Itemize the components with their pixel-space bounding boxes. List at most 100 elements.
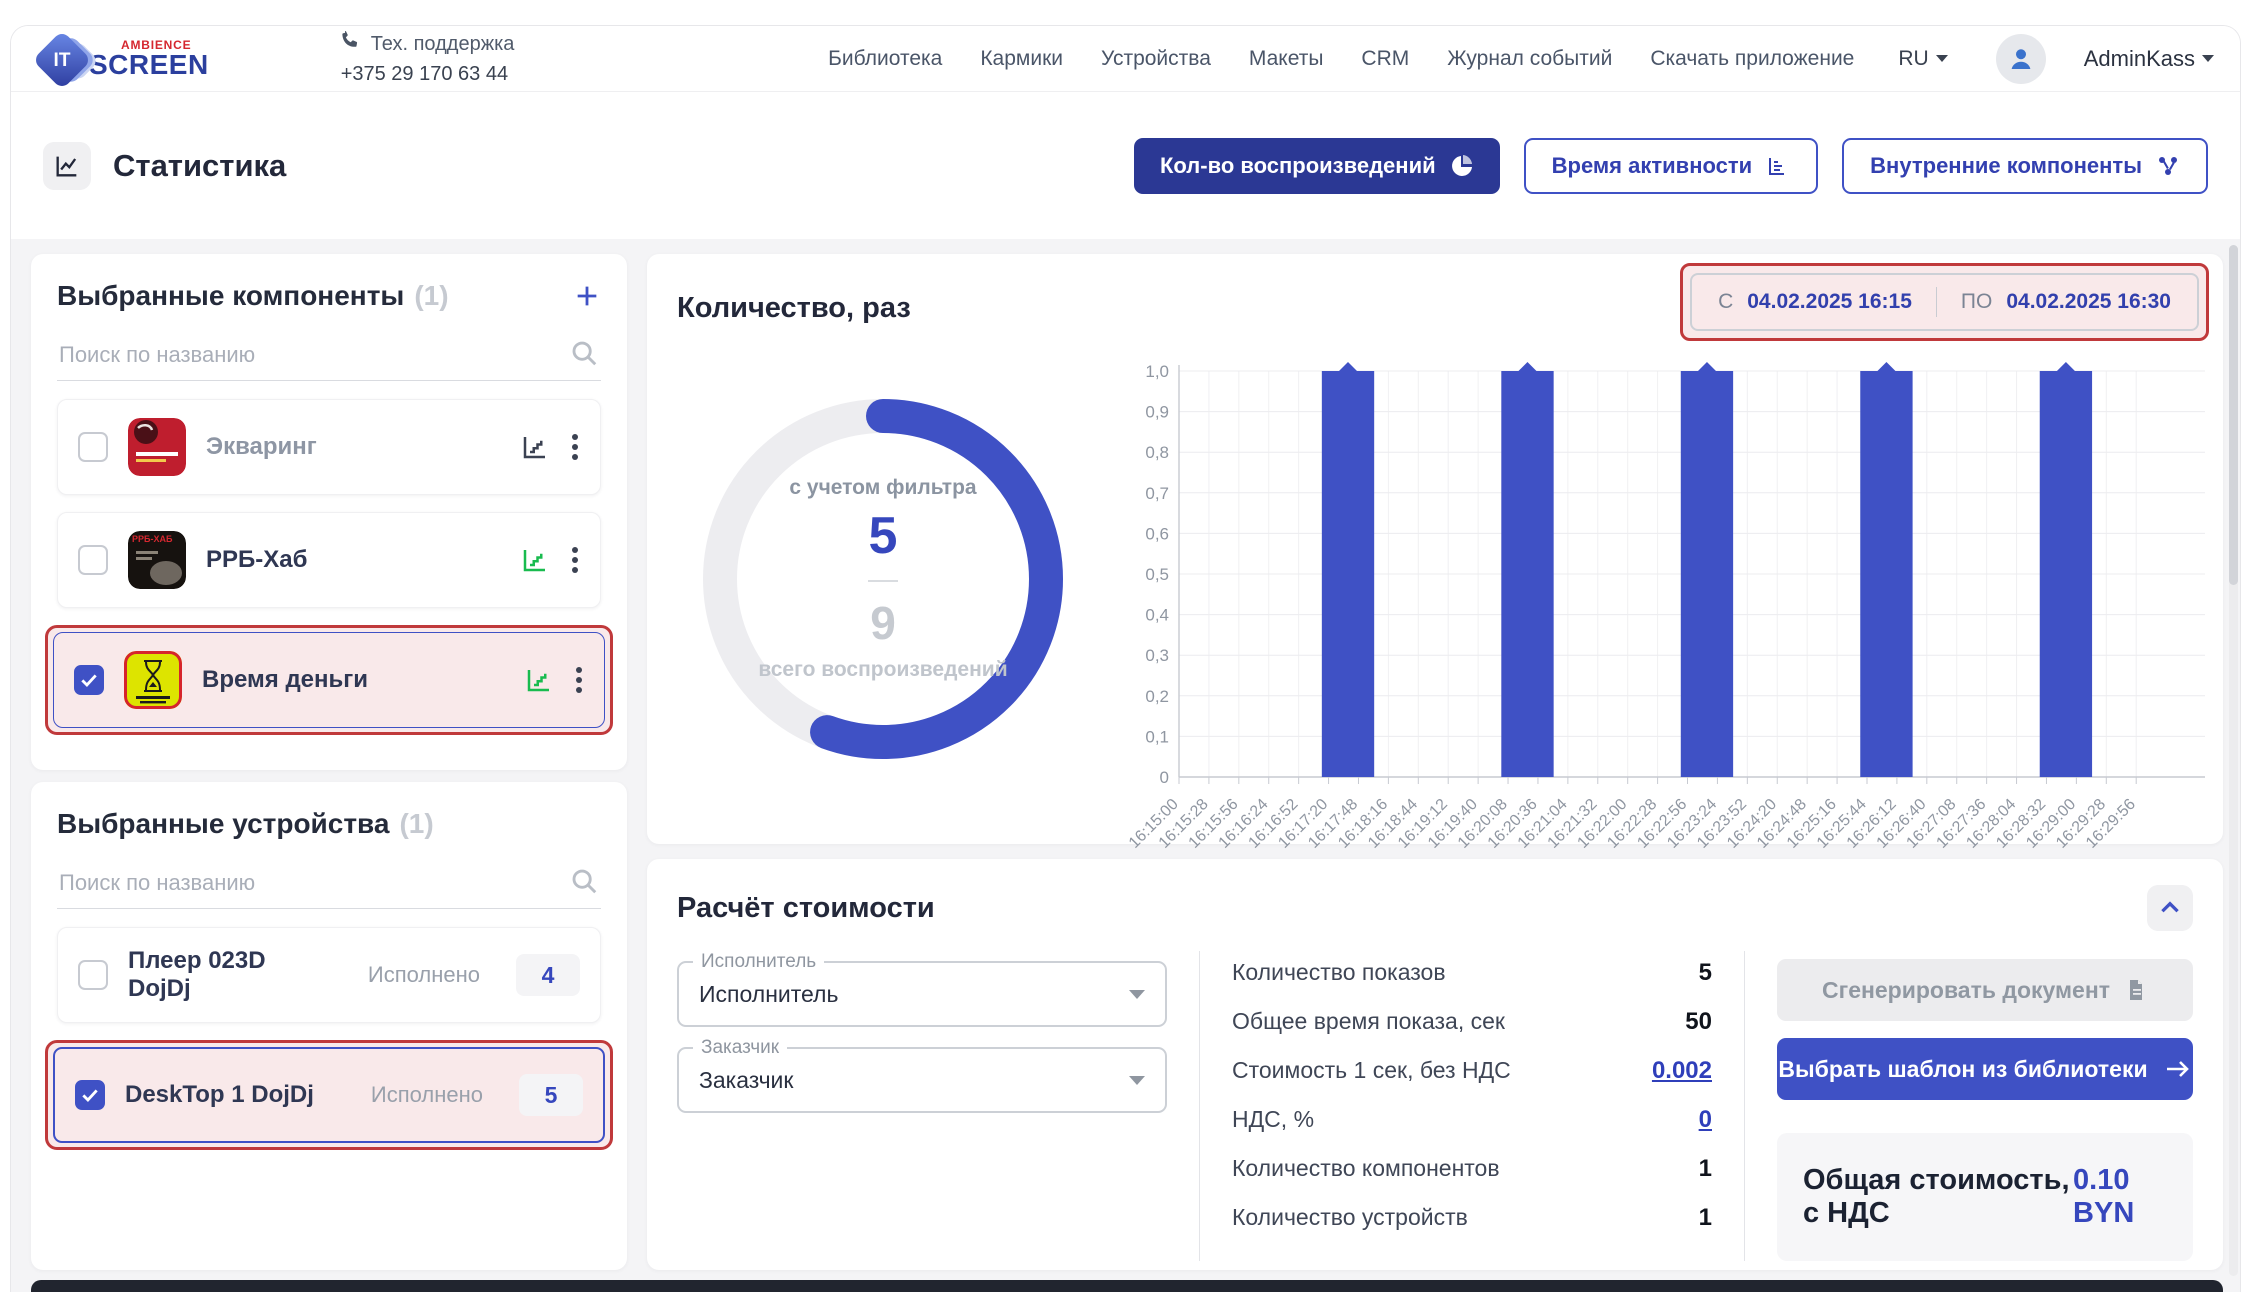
executed-label: Исполнено bbox=[371, 1082, 483, 1108]
playbacks-count-button[interactable]: Кол-во воспроизведений bbox=[1134, 138, 1500, 194]
shows-count-value: 5 bbox=[1699, 959, 1712, 987]
component-name: РРБ-Хаб bbox=[206, 546, 307, 574]
donut-filter-label: с учетом фильтра bbox=[789, 476, 976, 500]
language-value: RU bbox=[1898, 47, 1928, 71]
total-cost-value: 0.10 BYN bbox=[2073, 1164, 2167, 1230]
stats-icon[interactable] bbox=[520, 432, 550, 462]
svg-text:0,9: 0,9 bbox=[1145, 403, 1169, 422]
checkbox-checked[interactable] bbox=[74, 665, 104, 695]
device-item-player-023d[interactable]: Плеер 023D DojDj Исполнено 4 bbox=[57, 927, 601, 1023]
generate-document-button[interactable]: Сгенерировать документ bbox=[1777, 959, 2193, 1021]
svg-text:0,2: 0,2 bbox=[1145, 687, 1169, 706]
executor-select[interactable]: Исполнитель Исполнитель bbox=[677, 961, 1167, 1027]
bar-chart-icon bbox=[1766, 154, 1790, 178]
checkbox[interactable] bbox=[78, 960, 108, 990]
user-menu[interactable]: AdminKass bbox=[2084, 46, 2214, 72]
search-icon bbox=[569, 338, 599, 373]
check-icon bbox=[79, 670, 99, 690]
kv-row: Количество показов 5 bbox=[1232, 959, 1712, 995]
annotation-highlight: С 04.02.2025 16:15 ПО 04.02.2025 16:30 bbox=[1680, 263, 2209, 341]
scrollbar-thumb[interactable] bbox=[2229, 245, 2238, 585]
document-icon bbox=[2124, 978, 2148, 1002]
stats-icon[interactable] bbox=[520, 545, 550, 575]
language-selector[interactable]: RU bbox=[1898, 47, 1947, 71]
kv-row: Стоимость 1 сек, без НДС 0.002 bbox=[1232, 1057, 1712, 1093]
tech-support: Тех. поддержка +375 29 170 63 44 bbox=[339, 29, 515, 89]
svg-text:0,4: 0,4 bbox=[1145, 606, 1169, 625]
divider bbox=[1199, 951, 1200, 1261]
arrow-right-icon bbox=[2164, 1057, 2192, 1081]
devices-search-input[interactable] bbox=[57, 862, 601, 908]
device-name: Плеер 023D DojDj bbox=[128, 947, 328, 1003]
checkbox-checked[interactable] bbox=[75, 1080, 105, 1110]
svg-text:0: 0 bbox=[1160, 768, 1169, 787]
svg-text:0,8: 0,8 bbox=[1145, 443, 1169, 462]
nav-karmiki[interactable]: Кармики bbox=[980, 47, 1063, 71]
svg-text:РРБ-ХАБ: РРБ-ХАБ bbox=[132, 534, 173, 544]
component-thumbnail: РРБ-ХАБ bbox=[128, 531, 186, 589]
collapse-button[interactable] bbox=[2147, 885, 2193, 931]
nav-layouts[interactable]: Макеты bbox=[1249, 47, 1324, 71]
component-thumbnail bbox=[124, 651, 182, 709]
components-search-input[interactable] bbox=[57, 334, 601, 380]
executor-select-label: Исполнитель bbox=[693, 951, 824, 973]
cost-calculation-card: Расчёт стоимости Исполнитель Исполнитель… bbox=[647, 859, 2223, 1270]
donut-total-value: 9 bbox=[870, 596, 896, 650]
stats-icon[interactable] bbox=[524, 665, 554, 695]
playback-stats-card: Количество, раз С 04.02.2025 16:15 ПО 04… bbox=[647, 254, 2223, 844]
app-window: IT AMBIENCE SCREEN Тех. поддержка +375 2… bbox=[10, 25, 2241, 1292]
total-time-value: 50 bbox=[1685, 1008, 1712, 1036]
devices-panel-title: Выбранные устройства bbox=[57, 808, 389, 840]
bar-chart: 00,10,20,30,40,50,60,70,80,91,016:15:001… bbox=[1117, 329, 2217, 874]
selected-components-panel: Выбранные компоненты (1) bbox=[31, 254, 627, 770]
svg-text:0,6: 0,6 bbox=[1145, 524, 1169, 543]
kebab-menu-icon[interactable] bbox=[570, 545, 580, 575]
plus-icon bbox=[573, 282, 601, 310]
date-range-picker[interactable]: С 04.02.2025 16:15 ПО 04.02.2025 16:30 bbox=[1690, 273, 2199, 331]
nav-devices[interactable]: Устройства bbox=[1101, 47, 1211, 71]
divider bbox=[868, 580, 898, 582]
component-item-ekvaring[interactable]: Экваринг bbox=[57, 399, 601, 495]
component-item-vremya-dengi[interactable]: Время деньги bbox=[53, 632, 605, 728]
add-component-button[interactable] bbox=[573, 282, 601, 310]
customer-select-value: Заказчик bbox=[699, 1067, 793, 1094]
nav-library[interactable]: Библиотека bbox=[828, 47, 942, 71]
kebab-menu-icon[interactable] bbox=[574, 665, 584, 695]
page-title: Статистика bbox=[113, 148, 286, 184]
kebab-menu-icon[interactable] bbox=[570, 432, 580, 462]
content: Выбранные компоненты (1) bbox=[11, 239, 2240, 1292]
kv-row: Количество компонентов 1 bbox=[1232, 1155, 1712, 1191]
chevron-down-icon bbox=[1936, 55, 1948, 62]
date-from-value: 04.02.2025 16:15 bbox=[1747, 290, 1912, 314]
activity-time-button[interactable]: Время активности bbox=[1524, 138, 1819, 194]
internal-components-button[interactable]: Внутренние компоненты bbox=[1842, 138, 2208, 194]
price-per-sec-link[interactable]: 0.002 bbox=[1652, 1057, 1712, 1085]
nav-event-log[interactable]: Журнал событий bbox=[1447, 47, 1612, 71]
checkbox[interactable] bbox=[78, 432, 108, 462]
component-item-rrb-hub[interactable]: РРБ-ХАБ РРБ-Хаб bbox=[57, 512, 601, 608]
executed-count-badge: 4 bbox=[516, 954, 580, 996]
logo: IT AMBIENCE SCREEN bbox=[37, 30, 209, 88]
vat-link[interactable]: 0 bbox=[1699, 1106, 1712, 1134]
toolbar: Статистика Кол-во воспроизведений Время … bbox=[11, 91, 2240, 239]
chevron-down-icon bbox=[1129, 1076, 1145, 1085]
customer-select[interactable]: Заказчик Заказчик bbox=[677, 1047, 1167, 1113]
component-name: Экваринг bbox=[206, 433, 317, 461]
cost-card-title: Расчёт стоимости bbox=[677, 892, 935, 925]
devices-count-value: 1 bbox=[1699, 1204, 1712, 1232]
device-item-desktop-1[interactable]: DeskTop 1 DojDj Исполнено 5 bbox=[53, 1047, 605, 1143]
svg-text:0,5: 0,5 bbox=[1145, 565, 1169, 584]
logo-it-text: IT bbox=[47, 50, 77, 72]
donut-filtered-value: 5 bbox=[869, 506, 898, 566]
check-icon bbox=[80, 1085, 100, 1105]
executed-count-badge: 5 bbox=[519, 1074, 583, 1116]
checkbox[interactable] bbox=[78, 545, 108, 575]
choose-template-button[interactable]: Выбрать шаблон из библиотеки bbox=[1777, 1038, 2193, 1100]
nav-download-app[interactable]: Скачать приложение bbox=[1650, 47, 1854, 71]
component-thumbnail bbox=[128, 418, 186, 476]
nav-crm[interactable]: CRM bbox=[1361, 47, 1409, 71]
donut-total-label: всего воспроизведений bbox=[758, 658, 1007, 682]
chevron-up-icon bbox=[2157, 895, 2183, 921]
components-icon bbox=[2156, 154, 2180, 178]
avatar[interactable] bbox=[1996, 34, 2046, 84]
